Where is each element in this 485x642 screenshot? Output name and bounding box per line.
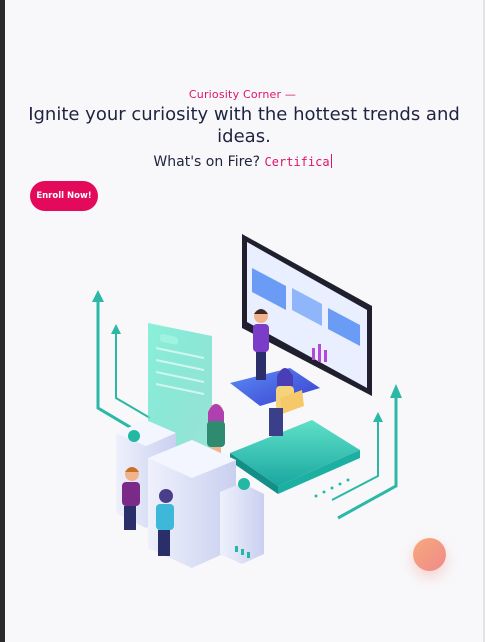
hero-tagline: Curiosity Corner — <box>188 88 297 101</box>
arrow-head-left-inner <box>111 324 121 334</box>
person-front-legs <box>158 530 170 556</box>
person-boy-body <box>122 482 140 506</box>
server-light-right <box>238 478 250 490</box>
typing-caret <box>330 154 332 168</box>
person-front-body <box>156 504 174 530</box>
arrow-head-left-outer <box>92 290 104 302</box>
person-front-head <box>159 489 173 503</box>
floating-chat-bubble[interactable] <box>413 538 446 571</box>
person-middle-body <box>207 421 225 447</box>
typed-course-text: Certifica <box>264 155 330 169</box>
person-boy-legs <box>124 506 136 530</box>
arrow-head-right-outer <box>390 384 402 398</box>
hero-subline: What's on Fire? Certifica <box>0 154 485 170</box>
arrow-head-right-inner <box>373 412 383 422</box>
monitor-stand <box>230 368 320 406</box>
hero-headline: Ignite your curiosity with the hottest t… <box>28 104 460 147</box>
arrow-left-outer <box>96 298 141 435</box>
server-light-left <box>128 430 140 442</box>
person-seated-legs <box>269 408 283 436</box>
subline-prefix: What's on Fire? <box>153 154 261 170</box>
hero-illustration <box>92 234 402 568</box>
person-top-legs <box>256 352 266 380</box>
enroll-now-button[interactable]: Enroll Now! <box>30 181 98 211</box>
platform-top <box>230 420 360 486</box>
person-top-body <box>253 324 269 352</box>
arrow-left-inner <box>115 330 151 419</box>
